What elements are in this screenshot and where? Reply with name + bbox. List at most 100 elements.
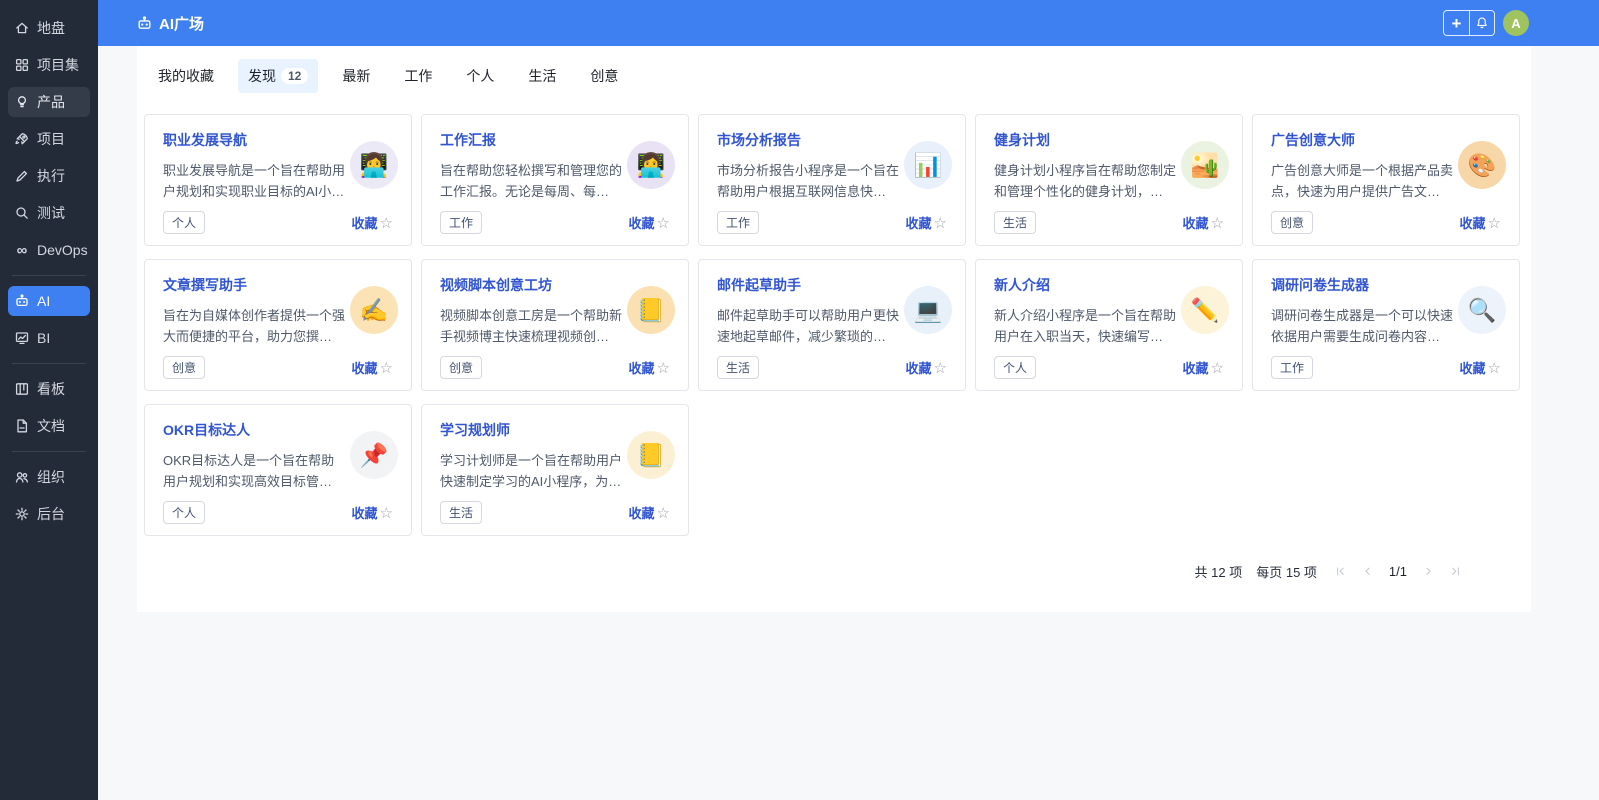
- star-icon: ☆: [379, 359, 393, 377]
- first-page-icon[interactable]: [1335, 566, 1347, 578]
- sidebar-item-projects[interactable]: 项目集: [8, 50, 90, 80]
- card-emoji-icon: 📌: [350, 431, 398, 479]
- favorite-button[interactable]: 收藏 ☆: [629, 213, 670, 232]
- star-icon: ☆: [656, 504, 670, 522]
- rocket-icon: [13, 130, 31, 148]
- emoji-glyph: 💻: [913, 296, 943, 323]
- card-footer: 个人 收藏 ☆: [994, 356, 1224, 379]
- sidebar-item-label: 项目: [37, 131, 65, 147]
- favorite-label: 收藏: [628, 216, 655, 231]
- sidebar-item-kanban[interactable]: 看板: [8, 374, 90, 404]
- sidebar-item-product[interactable]: 产品: [8, 87, 90, 117]
- tab-work[interactable]: 工作: [394, 59, 442, 93]
- favorite-label: 收藏: [351, 506, 378, 521]
- emoji-glyph: 📊: [913, 151, 943, 178]
- previous-page-icon[interactable]: [1362, 566, 1374, 578]
- tab-label: 生活: [528, 68, 557, 84]
- next-page-icon[interactable]: [1422, 566, 1434, 578]
- card-footer: 工作 收藏 ☆: [1271, 356, 1501, 379]
- sidebar-item-label: AI: [37, 293, 51, 309]
- category-tag: 创意: [1271, 211, 1314, 234]
- card-emoji-icon: 👩‍💻: [627, 141, 675, 189]
- favorite-button[interactable]: 收藏 ☆: [1460, 358, 1501, 377]
- card-newcomer-intro[interactable]: 新人介绍 新人介绍小程序是一个旨在帮助用户在入职当天，快速编写自我介绍的... …: [975, 259, 1243, 391]
- last-page-icon[interactable]: [1449, 566, 1461, 578]
- home-icon: [13, 19, 31, 37]
- emoji-glyph: 📒: [636, 296, 666, 323]
- sidebar-item-home[interactable]: 地盘: [8, 13, 90, 43]
- tab-life[interactable]: 生活: [518, 59, 566, 93]
- card-emoji-icon: ✏️: [1181, 286, 1229, 334]
- sidebar-item-test[interactable]: 测试: [8, 198, 90, 228]
- total-count-label: 共 12 项: [1194, 565, 1243, 580]
- card-footer: 工作 收藏 ☆: [440, 211, 670, 234]
- sidebar-item-docs[interactable]: 文档: [8, 411, 90, 441]
- favorite-label: 收藏: [351, 216, 378, 231]
- robot-icon: [13, 292, 31, 310]
- star-icon: ☆: [1210, 359, 1224, 377]
- emoji-glyph: ✏️: [1190, 296, 1220, 323]
- sidebar-item-project[interactable]: 项目: [8, 124, 90, 154]
- sidebar-item-label: 后台: [37, 506, 65, 522]
- favorite-button[interactable]: 收藏 ☆: [1183, 358, 1224, 377]
- card-survey-generator[interactable]: 调研问卷生成器 调研问卷生成器是一个可以快速依据用户需要生成问卷内容的好帮手,.…: [1252, 259, 1520, 391]
- sidebar-item-execute[interactable]: 执行: [8, 161, 90, 191]
- favorite-button[interactable]: 收藏 ☆: [629, 358, 670, 377]
- notifications-button[interactable]: [1469, 11, 1494, 35]
- card-ad-creative[interactable]: 广告创意大师 广告创意大师是一个根据产品卖点，快速为用户提供广告文案的AI小程.…: [1252, 114, 1520, 246]
- favorite-button[interactable]: 收藏 ☆: [906, 213, 947, 232]
- tab-label: 最新: [342, 68, 371, 84]
- tab-personal[interactable]: 个人: [456, 59, 504, 93]
- sidebar-item-org[interactable]: 组织: [8, 462, 90, 492]
- grid-icon: [13, 56, 31, 74]
- star-icon: ☆: [933, 359, 947, 377]
- card-emoji-icon: 👩‍💻: [350, 141, 398, 189]
- category-tag: 创意: [440, 356, 483, 379]
- card-email-draft[interactable]: 邮件起草助手 邮件起草助手可以帮助用户更快速地起草邮件，减少繁琐的手动输入和..…: [698, 259, 966, 391]
- emoji-glyph: 📌: [359, 441, 389, 468]
- add-button[interactable]: +: [1444, 11, 1469, 35]
- page-title-text: AI广场: [159, 15, 205, 33]
- sidebar-item-bi[interactable]: BI: [8, 323, 90, 353]
- favorite-button[interactable]: 收藏 ☆: [906, 358, 947, 377]
- card-fitness-plan[interactable]: 健身计划 健身计划小程序旨在帮助您制定和管理个性化的健身计划，让您更轻松... …: [975, 114, 1243, 246]
- tab-favorites[interactable]: 我的收藏: [148, 59, 224, 93]
- bulb-icon: [13, 93, 31, 111]
- star-icon: ☆: [1487, 359, 1501, 377]
- card-career-nav[interactable]: 职业发展导航 职业发展导航是一个旨在帮助用户规划和实现职业目标的AI小程序，为.…: [144, 114, 412, 246]
- category-tag: 生活: [440, 501, 483, 524]
- favorite-label: 收藏: [1182, 216, 1209, 231]
- card-article-writer[interactable]: 文章撰写助手 旨在为自媒体创作者提供一个强大而便捷的平台，助力您撰写优质的文..…: [144, 259, 412, 391]
- search-icon: [13, 204, 31, 222]
- bi-icon: [13, 329, 31, 347]
- card-okr-master[interactable]: OKR目标达人 OKR目标达人是一个旨在帮助用户规划和实现高效目标管理的AI小程…: [144, 404, 412, 536]
- emoji-glyph: 📒: [636, 441, 666, 468]
- favorite-button[interactable]: 收藏 ☆: [352, 213, 393, 232]
- card-work-report[interactable]: 工作汇报 旨在帮助您轻松撰写和管理您的工作汇报。无论是每周、每月还是季度... …: [421, 114, 689, 246]
- avatar[interactable]: A: [1503, 10, 1529, 36]
- favorite-button[interactable]: 收藏 ☆: [629, 503, 670, 522]
- pagination-nav: 1/1: [1335, 564, 1461, 579]
- main-content: 我的收藏 发现 12 最新 工作 个人 生活 创意 职业发展导航 职业发展导航是…: [98, 46, 1599, 800]
- favorite-button[interactable]: 收藏 ☆: [1183, 213, 1224, 232]
- card-market-analysis[interactable]: 市场分析报告 市场分析报告小程序是一个旨在帮助用户根据互联网信息快速生成市场..…: [698, 114, 966, 246]
- card-footer: 生活 收藏 ☆: [994, 211, 1224, 234]
- card-video-script[interactable]: 视频脚本创意工坊 视频脚本创意工房是一个帮助新手视频博主快速梳理视频创作思路，生…: [421, 259, 689, 391]
- favorite-button[interactable]: 收藏 ☆: [352, 503, 393, 522]
- sidebar-divider: [12, 363, 86, 364]
- favorite-button[interactable]: 收藏 ☆: [352, 358, 393, 377]
- favorite-button[interactable]: 收藏 ☆: [1460, 213, 1501, 232]
- sidebar-item-label: 文档: [37, 418, 65, 434]
- tab-creative[interactable]: 创意: [580, 59, 628, 93]
- sidebar-item-label: 地盘: [37, 20, 65, 36]
- sidebar-item-admin[interactable]: 后台: [8, 499, 90, 529]
- card-emoji-icon: 🎨: [1458, 141, 1506, 189]
- category-tag: 生活: [994, 211, 1037, 234]
- tab-latest[interactable]: 最新: [332, 59, 380, 93]
- tab-discover[interactable]: 发现 12: [238, 59, 319, 93]
- sidebar-item-devops[interactable]: ∞ DevOps: [8, 235, 90, 265]
- sidebar-divider: [12, 275, 86, 276]
- card-study-planner[interactable]: 学习规划师 学习计划师是一个旨在帮助用户快速制定学习的AI小程序，为用户提供..…: [421, 404, 689, 536]
- emoji-glyph: 👩‍💻: [636, 151, 666, 178]
- sidebar-item-ai[interactable]: AI: [8, 286, 90, 316]
